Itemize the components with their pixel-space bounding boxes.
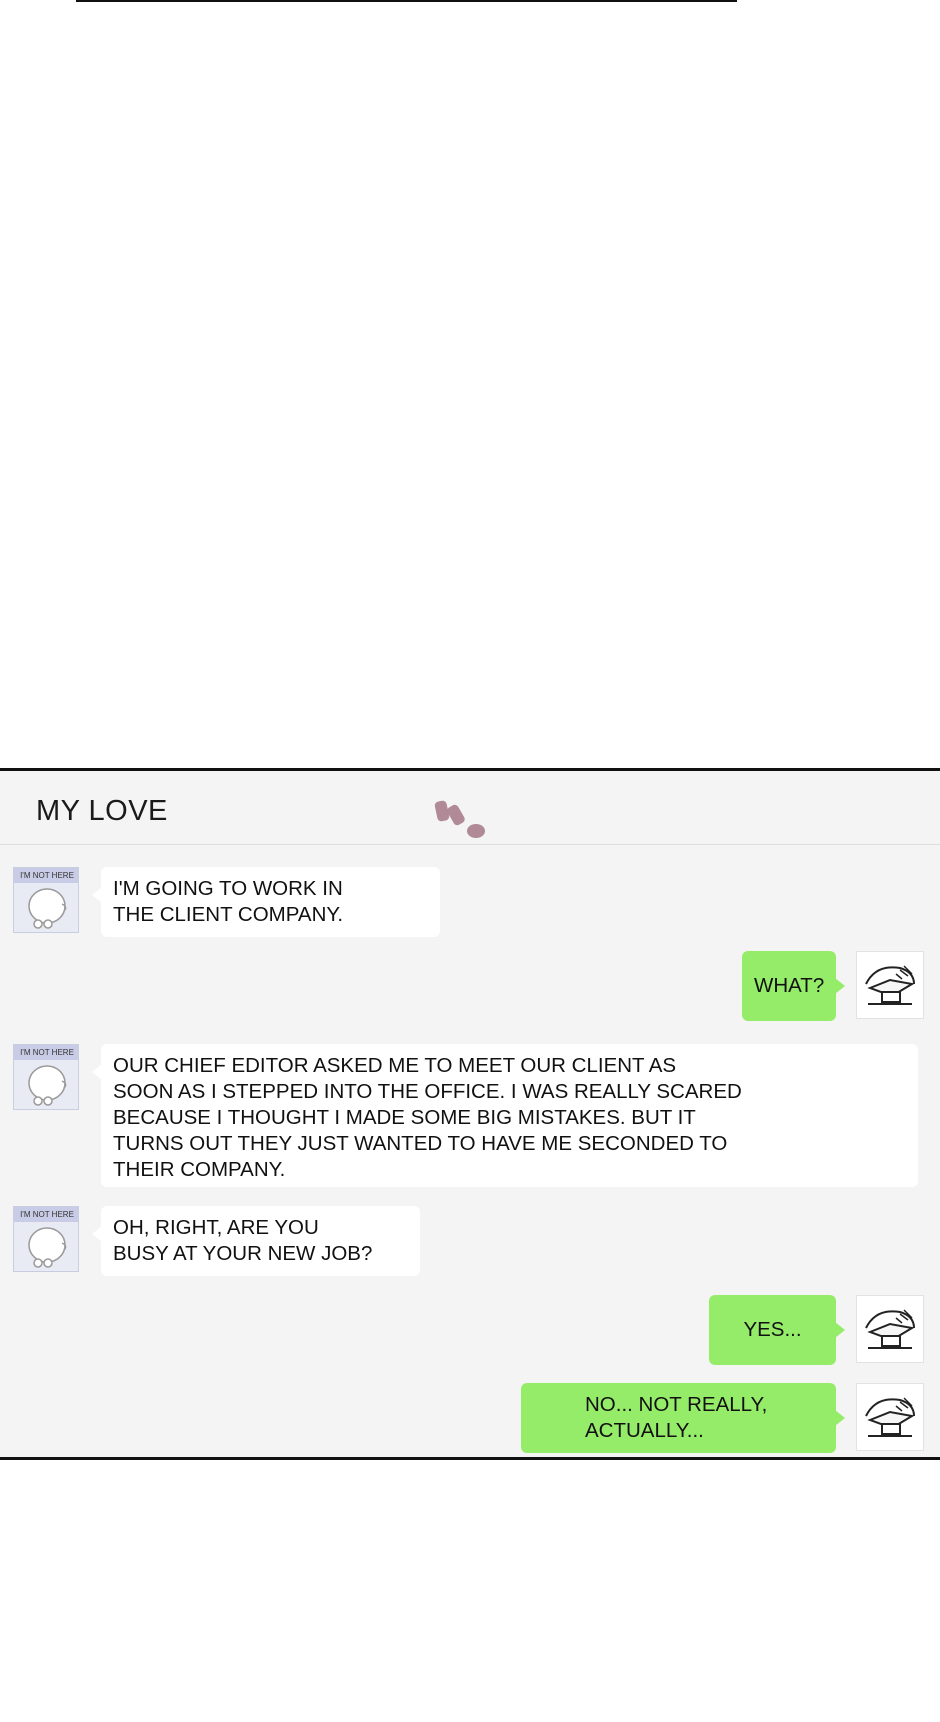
previous-panel-edge bbox=[76, 0, 737, 2]
avatar-tag: I'M NOT HERE bbox=[14, 1207, 78, 1222]
my-avatar[interactable] bbox=[856, 1383, 924, 1451]
chat-window: MY LOVE I'M NOT HERE I'M GOING TO WORK I… bbox=[0, 768, 940, 1460]
chat-header: MY LOVE bbox=[0, 771, 940, 845]
message-bubble-sent[interactable]: NO... NOT REALLY, ACTUALLY... bbox=[521, 1383, 845, 1453]
my-avatar[interactable] bbox=[856, 1295, 924, 1363]
message-bubble-received[interactable]: I'M GOING TO WORK IN THE CLIENT COMPANY. bbox=[92, 867, 440, 937]
sketch-figure-icon bbox=[865, 1309, 915, 1349]
chat-title: MY LOVE bbox=[36, 795, 168, 827]
sketch-figure-icon bbox=[865, 965, 915, 1005]
message-bubble-sent[interactable]: YES... bbox=[709, 1295, 845, 1365]
pig-icon bbox=[28, 888, 67, 929]
my-avatar[interactable] bbox=[856, 951, 924, 1019]
comic-page: MY LOVE I'M NOT HERE I'M GOING TO WORK I… bbox=[0, 0, 940, 1722]
avatar-tag: I'M NOT HERE bbox=[14, 868, 78, 883]
avatar-tag: I'M NOT HERE bbox=[14, 1045, 78, 1060]
contact-avatar[interactable]: I'M NOT HERE bbox=[13, 1044, 79, 1110]
sketch-figure-icon bbox=[865, 1397, 915, 1437]
pig-icon bbox=[28, 1065, 67, 1106]
message-bubble-received[interactable]: OH, RIGHT, ARE YOU BUSY AT YOUR NEW JOB? bbox=[92, 1206, 420, 1276]
contact-avatar[interactable]: I'M NOT HERE bbox=[13, 867, 79, 933]
vibration-sfx-icon bbox=[434, 800, 485, 838]
message-bubble-received[interactable]: OUR CHIEF EDITOR ASKED ME TO MEET OUR CL… bbox=[92, 1044, 918, 1187]
contact-avatar[interactable]: I'M NOT HERE bbox=[13, 1206, 79, 1272]
pig-icon bbox=[28, 1227, 67, 1268]
message-bubble-sent[interactable]: WHAT? bbox=[742, 951, 845, 1021]
